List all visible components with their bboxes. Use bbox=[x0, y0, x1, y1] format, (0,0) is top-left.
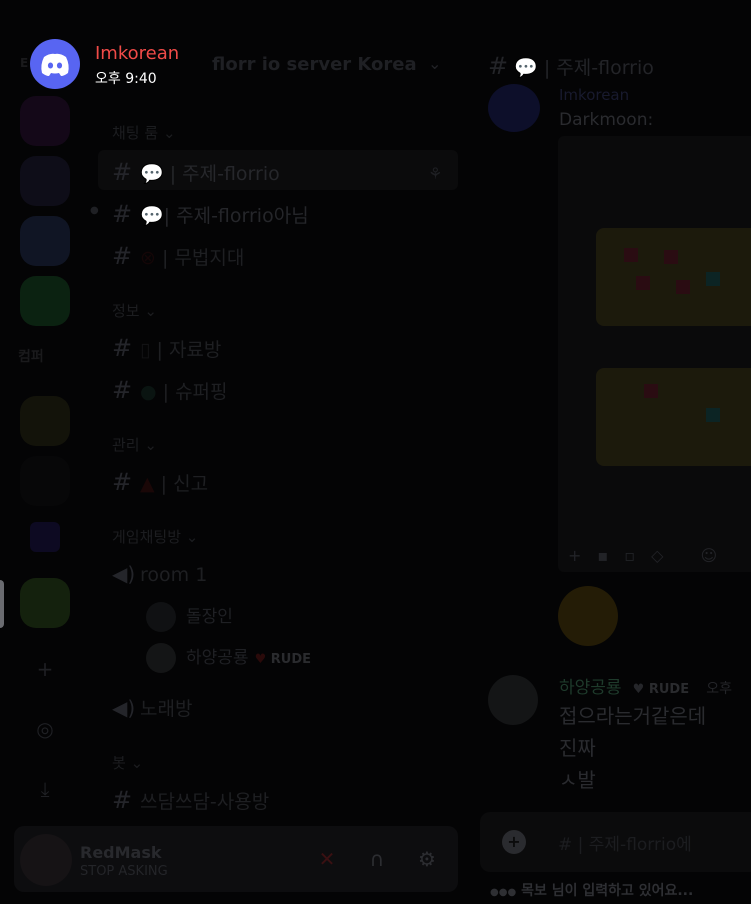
category-admin[interactable]: 관리 ⌄ bbox=[112, 434, 157, 455]
role-badge: RUDE bbox=[270, 652, 311, 667]
message-line-3: ㅅ발 bbox=[559, 768, 596, 792]
image-attachment[interactable]: +▪▫◇ ☺ bbox=[558, 136, 751, 572]
server-folder-icon[interactable] bbox=[30, 522, 60, 552]
message-author[interactable]: 하양공룡 bbox=[559, 678, 622, 698]
hashtag-icon: # bbox=[112, 158, 133, 186]
rail-folder-label: 컴퍼 bbox=[18, 349, 44, 365]
channel-list: florr io server Korea ⌄ 채팅 룸 ⌄ # 💬 | 주제-f… bbox=[90, 0, 460, 820]
mic-off-icon[interactable]: ✕ bbox=[314, 846, 340, 872]
voice-channel-karaoke[interactable]: ◀) 노래방 bbox=[112, 694, 192, 721]
user-status: STOP ASKING bbox=[80, 864, 168, 879]
typing-indicator: ●●● 목보 님이 입력하고 있어요... bbox=[490, 883, 694, 899]
server-icon-5[interactable] bbox=[20, 396, 70, 446]
channel-florrio[interactable]: # 💬 | 주제-florrio bbox=[112, 158, 280, 186]
voice-channel-room1[interactable]: ◀) room 1 bbox=[112, 562, 207, 586]
category-info[interactable]: 정보 ⌄ bbox=[112, 300, 157, 321]
hashtag-icon: # bbox=[112, 200, 133, 228]
notification-title[interactable]: Imkorean bbox=[95, 43, 179, 64]
category-bot[interactable]: 봇 ⌄ bbox=[112, 752, 143, 773]
emoji-sticker bbox=[558, 586, 618, 646]
server-name-label: florr io server Korea bbox=[212, 54, 417, 75]
unread-dot: ● bbox=[90, 205, 99, 216]
game-screenshot-card bbox=[596, 368, 751, 466]
add-server-icon[interactable]: + bbox=[32, 656, 58, 682]
rail-home-label: E bbox=[20, 56, 29, 70]
hashtag-icon: # bbox=[112, 376, 133, 404]
message-author[interactable]: Imkorean bbox=[559, 86, 629, 104]
message-header: 하양공룡 ♥ RUDE 오후 bbox=[559, 678, 732, 698]
channel-bot-use[interactable]: # 쓰담쓰담-사용방 bbox=[112, 786, 269, 814]
game-screenshot-card bbox=[596, 228, 751, 326]
category-game[interactable]: 게임채팅방 ⌄ bbox=[112, 526, 198, 547]
server-rail: E 컴퍼 + ◎ ⤓ bbox=[0, 0, 90, 904]
plus-icon[interactable]: + bbox=[502, 830, 526, 854]
hashtag-icon: # bbox=[112, 242, 133, 270]
chevron-down-icon[interactable]: ⌄ bbox=[428, 54, 441, 73]
channel-lawless[interactable]: # ⊗ | 무법지대 bbox=[112, 242, 244, 270]
server-icon-4[interactable] bbox=[20, 276, 70, 326]
notification-time: 오후 9:40 bbox=[95, 71, 157, 87]
voice-user-2[interactable]: 하양공룡 ♥ RUDE bbox=[146, 643, 311, 673]
message-line-1: 접으라는거같은데 bbox=[559, 704, 707, 728]
server-icon-1[interactable] bbox=[20, 96, 70, 146]
avatar bbox=[146, 602, 176, 632]
message-time: 오후 bbox=[706, 681, 732, 697]
role-badge: RUDE bbox=[648, 682, 690, 697]
category-chat[interactable]: 채팅 룸 ⌄ bbox=[112, 122, 176, 143]
speaker-icon: ◀) bbox=[112, 696, 136, 720]
user-panel: RedMask STOP ASKING ✕ ∩ ⚙ bbox=[14, 826, 458, 892]
hashtag-icon: # bbox=[112, 786, 133, 814]
message-line-2: 진짜 bbox=[559, 736, 596, 760]
hashtag-lock-icon: # bbox=[112, 334, 133, 362]
embed-toolbar[interactable]: +▪▫◇ ☺ bbox=[568, 546, 733, 565]
headphones-icon[interactable]: ∩ bbox=[364, 846, 390, 872]
avatar bbox=[146, 643, 176, 673]
username: RedMask bbox=[80, 843, 162, 862]
avatar[interactable] bbox=[20, 834, 72, 886]
server-icon-kpt[interactable] bbox=[20, 156, 70, 206]
channel-florrio-not[interactable]: # 💬| 주제-florrio아님 bbox=[112, 200, 309, 228]
speaker-icon: ◀) bbox=[112, 562, 136, 586]
channel-resources[interactable]: # ▯ | 자료방 bbox=[112, 334, 221, 362]
server-icon-active[interactable] bbox=[20, 578, 70, 628]
avatar[interactable] bbox=[488, 675, 538, 725]
hashtag-icon: # bbox=[488, 52, 509, 80]
channel-header: # 💬 | 주제-florrio bbox=[488, 52, 654, 80]
server-icon-3[interactable] bbox=[20, 216, 70, 266]
compass-icon[interactable]: ◎ bbox=[32, 716, 58, 742]
message-text: Darkmoon: bbox=[559, 110, 654, 130]
hashtag-icon: # bbox=[112, 468, 133, 496]
download-icon[interactable]: ⤓ bbox=[32, 776, 58, 802]
message-composer: + # | 주제-florrio에 bbox=[480, 812, 751, 872]
channel-superping[interactable]: # ● | 슈퍼핑 bbox=[112, 376, 228, 404]
voice-user-1[interactable]: 돌장인 bbox=[146, 602, 233, 632]
avatar[interactable] bbox=[488, 84, 540, 132]
server-icon-6[interactable] bbox=[20, 456, 70, 506]
message-input[interactable]: # | 주제-florrio에 bbox=[558, 830, 692, 855]
channel-report[interactable]: # ▲ | 신고 bbox=[112, 468, 208, 496]
add-member-icon[interactable]: ⚘ bbox=[428, 164, 442, 183]
discord-logo-icon[interactable] bbox=[30, 39, 80, 89]
selected-server-pill bbox=[0, 580, 4, 628]
chat-area: # 💬 | 주제-florrio Imkorean Darkmoon: +▪▫◇… bbox=[470, 0, 751, 904]
header-channel-name: | 주제-florrio bbox=[543, 57, 654, 79]
gear-icon[interactable]: ⚙ bbox=[414, 846, 440, 872]
